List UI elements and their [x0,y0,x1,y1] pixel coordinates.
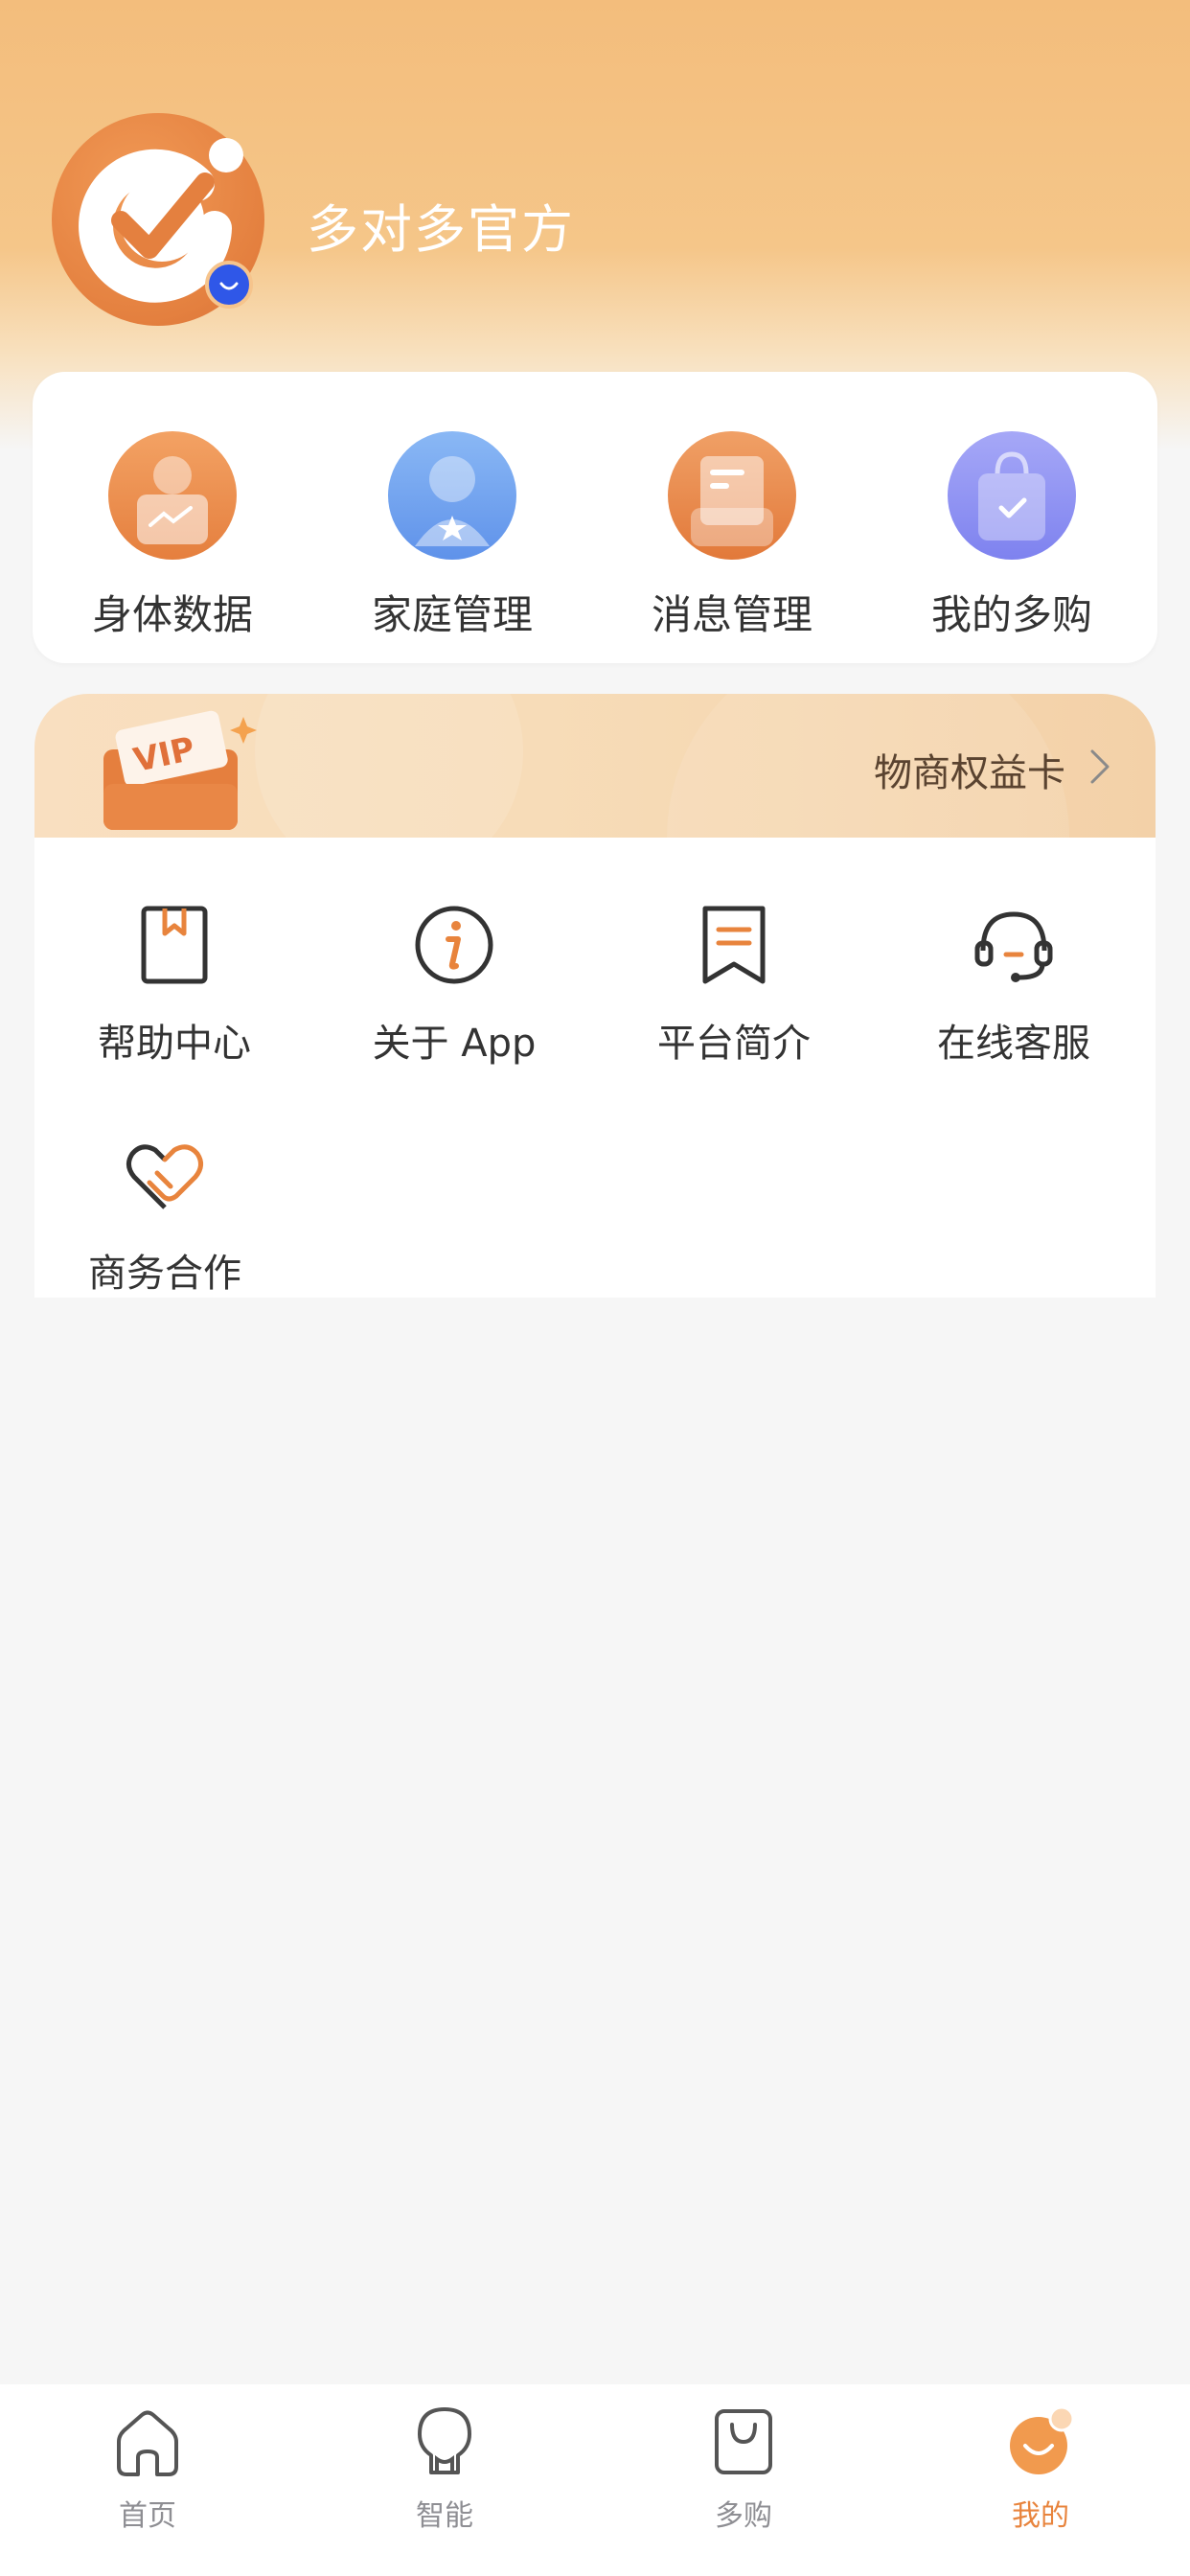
tab-mine[interactable]: 我的 [945,2404,1136,2534]
profile-smile-icon [1010,2405,1075,2474]
verified-badge-icon [205,261,253,309]
ribbon-doc-icon [702,906,766,984]
bottom-tab-bar: 首页 智能 多购 我的 [0,2384,1190,2576]
service-about-app[interactable]: 关于 App [314,901,594,1068]
quick-action-label: 消息管理 [651,591,812,638]
vip-benefit-banner[interactable]: VIP 物商权益卡 [34,694,1156,838]
quick-action-label: 我的多购 [930,591,1092,638]
tab-label: 多购 [715,2499,772,2533]
service-label: 关于 App [372,1022,537,1066]
headset-icon [974,911,1053,982]
quick-action-label: 身体数据 [91,591,253,638]
bulb-icon [418,2407,471,2474]
tab-smart[interactable]: 智能 [349,2404,540,2534]
service-label: 在线客服 [937,1022,1090,1066]
family-management-icon [388,431,516,560]
body-data-icon [108,431,237,560]
service-help-center[interactable]: 帮助中心 [34,901,314,1068]
quick-action-label: 家庭管理 [371,591,533,638]
quick-action-my-shopping[interactable]: 我的多购 [872,431,1152,641]
quick-action-family-management[interactable]: 家庭管理 [312,431,592,641]
banner-decoration [255,694,523,838]
my-shopping-icon [948,431,1076,560]
service-label: 帮助中心 [98,1022,251,1066]
quick-action-message-management[interactable]: 消息管理 [592,431,872,641]
username: 多对多官方 [307,199,575,260]
bookmark-book-icon [141,906,208,984]
tab-label: 智能 [416,2499,473,2533]
service-business-cooperation[interactable]: 商务合作 [25,1131,305,1298]
home-icon [117,2410,178,2476]
tab-label: 我的 [1012,2499,1069,2533]
services-card: 帮助中心 关于 App 平台简介 在线客服 商务合作 [34,838,1156,1298]
quick-action-body-data[interactable]: 身体数据 [33,431,312,641]
service-platform-intro[interactable]: 平台简介 [594,901,874,1068]
vip-card-icon: VIP [103,710,257,830]
shopping-bag-icon [715,2409,772,2474]
tab-home[interactable]: 首页 [52,2404,243,2534]
chevron-right-icon [1090,749,1110,784]
quick-actions-card: 身体数据 家庭管理 消息管理 我的多购 [33,372,1157,663]
service-label: 平台简介 [657,1022,811,1066]
service-online-support[interactable]: 在线客服 [874,901,1154,1068]
info-icon [415,906,493,984]
vip-banner-title: 物商权益卡 [874,751,1065,795]
service-label: 商务合作 [88,1252,241,1296]
tab-label: 首页 [119,2499,176,2533]
tab-shopping[interactable]: 多购 [648,2404,839,2534]
handshake-heart-icon [126,1144,203,1209]
message-management-icon [668,431,796,560]
